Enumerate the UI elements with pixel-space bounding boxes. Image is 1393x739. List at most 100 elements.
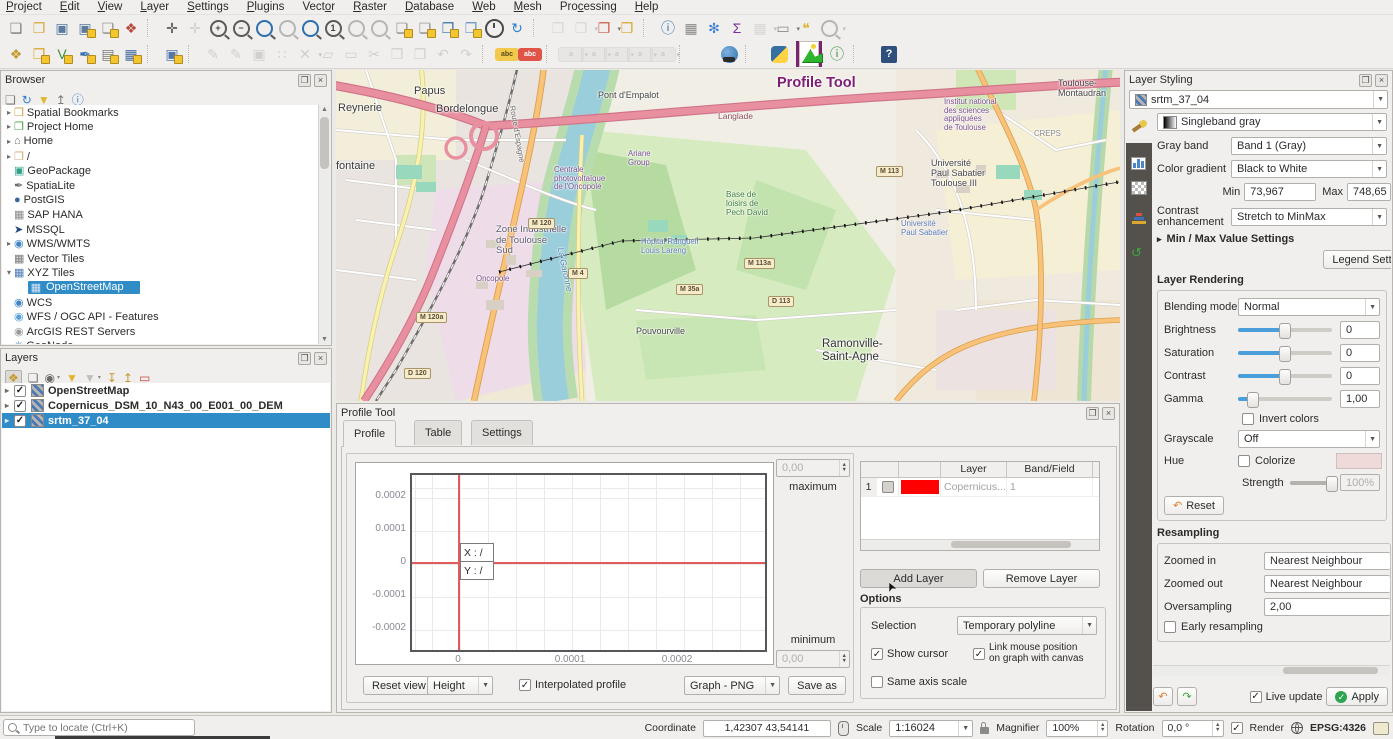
plugin-identify-icon[interactable]: ⓘ — [827, 44, 847, 64]
browser-item-wcs[interactable]: ◉WCS — [2, 295, 330, 310]
layer-visibility-checkbox[interactable]: ✓ — [14, 415, 26, 427]
deselect-features-icon[interactable]: ❐▾ — [594, 18, 614, 38]
layer-item-openstreetmap[interactable]: ▸✓OpenStreetMap — [2, 383, 330, 398]
zoom-last-icon[interactable] — [346, 18, 366, 38]
table-row[interactable]: 1Copernicus...1 — [861, 478, 1099, 497]
renderer-select[interactable]: Singleband gray▼ — [1157, 113, 1387, 131]
transparency-icon[interactable] — [1131, 181, 1147, 195]
new-temporary-scratch-layer-icon[interactable]: ▣ — [162, 44, 182, 64]
layer-color-swatch[interactable] — [901, 480, 939, 494]
apply-button[interactable]: ✓Apply — [1326, 687, 1388, 706]
menu-edit[interactable]: Edit — [60, 1, 80, 13]
coordinate-input[interactable]: 1,42307 43,54141 — [703, 720, 831, 737]
zoom-out-icon[interactable]: − — [231, 18, 251, 38]
table-column-header[interactable] — [899, 462, 941, 477]
save-project-icon[interactable]: ▣ — [52, 18, 72, 38]
layer-visibility-checkbox[interactable]: ✓ — [14, 385, 26, 397]
show-cursor-checkbox[interactable]: ✓ — [871, 648, 883, 660]
pan-to-selection-icon[interactable]: ✛ — [185, 18, 205, 38]
minimum-spinbox[interactable]: 0,00▲▼ — [776, 650, 850, 668]
styling-layer-select[interactable]: srtm_37_04▼ — [1129, 90, 1388, 109]
browser-item-home[interactable]: ▸⌂Home — [2, 134, 330, 149]
toggle-editing-icon[interactable]: ✎ — [226, 44, 246, 64]
browser-item-spatial-bookmarks[interactable]: ▸❒Spatial Bookmarks — [2, 105, 330, 120]
remove-layer-button[interactable]: Remove Layer — [983, 569, 1100, 588]
invert-colors-checkbox[interactable] — [1242, 413, 1254, 425]
layer-item-copernicus-dsm-10-n43-00-e001-00-dem[interactable]: ▸✓Copernicus_DSM_10_N43_00_E001_00_DEM — [2, 398, 330, 413]
pan-map-icon[interactable]: ✛ — [162, 18, 182, 38]
early-resampling-checkbox[interactable] — [1164, 621, 1176, 633]
menu-raster[interactable]: Raster — [353, 1, 387, 13]
link-mouse-checkbox[interactable]: ✓ — [973, 648, 985, 660]
browser-item-vector-tiles[interactable]: ▦Vector Tiles — [2, 251, 330, 266]
tab-table[interactable]: Table — [414, 420, 462, 445]
tab-settings[interactable]: Settings — [471, 420, 533, 445]
show-spatial-bookmarks-icon[interactable]: ❒ — [438, 18, 458, 38]
processing-toolbox-icon[interactable]: ✻ — [704, 18, 724, 38]
crs-badge[interactable]: EPSG:4326 — [1310, 722, 1366, 734]
new-shapefile-layer-icon[interactable]: ✒ — [75, 44, 95, 64]
vertex-tool-icon[interactable]: ✕▾ — [295, 44, 315, 64]
blending-select[interactable]: Normal▼ — [1238, 298, 1380, 316]
colorize-checkbox[interactable] — [1238, 455, 1250, 467]
profile-layer-table[interactable]: LayerBand/Field 1Copernicus...1 — [860, 461, 1100, 551]
browser-item-project-home[interactable]: ▸❐Project Home — [2, 120, 330, 135]
menu-web[interactable]: Web — [472, 1, 495, 13]
menu-vector[interactable]: Vector — [302, 1, 335, 13]
redo-style-button[interactable]: ↷ — [1177, 687, 1197, 706]
label-tool-2-icon[interactable]: a▾ — [584, 44, 604, 64]
locator-input[interactable] — [21, 721, 190, 735]
menu-plugins[interactable]: Plugins — [247, 1, 285, 13]
save-layer-edits-icon[interactable]: ▣ — [249, 44, 269, 64]
browser-item-mssql[interactable]: ➤MSSQL — [2, 222, 330, 237]
locator-search[interactable] — [3, 719, 195, 736]
redo-icon[interactable]: ↷ — [456, 44, 476, 64]
zoom-to-selection-icon[interactable] — [277, 18, 297, 38]
close-icon[interactable]: × — [314, 352, 327, 365]
new-project-icon[interactable]: ❏ — [6, 18, 26, 38]
max-input[interactable]: 748,65 — [1347, 183, 1391, 201]
minmax-settings[interactable]: Min / Max Value Settings — [1167, 233, 1295, 245]
refresh-icon[interactable]: ↻ — [507, 18, 527, 38]
scale-select[interactable]: 1:16024▼ — [889, 720, 973, 737]
table-column-header[interactable] — [861, 462, 899, 477]
selection-select[interactable]: Temporary polyline▼ — [957, 616, 1097, 635]
height-select[interactable]: Height▼ — [427, 676, 493, 695]
zoom-native-icon[interactable]: 1 — [323, 18, 343, 38]
gamma-value[interactable]: 1,00 — [1340, 390, 1380, 408]
browser-item-geopackage[interactable]: ▣GeoPackage — [2, 163, 330, 178]
close-icon[interactable]: × — [1375, 74, 1388, 87]
statistical-summary-icon[interactable]: Σ — [727, 18, 747, 38]
style-manager-icon[interactable]: ❖ — [121, 18, 141, 38]
label-tool-4-icon[interactable]: a▾ — [630, 44, 650, 64]
layer-diagram-icon[interactable]: abc — [520, 44, 540, 64]
menu-mesh[interactable]: Mesh — [514, 1, 542, 13]
gamma-slider[interactable] — [1238, 397, 1332, 401]
rotation-spinbox[interactable]: 0,0 °▲▼ — [1162, 720, 1224, 737]
open-project-icon[interactable]: ❐ — [29, 18, 49, 38]
map-tips-icon[interactable]: ❝ — [796, 18, 816, 38]
layer-visibility-checkbox[interactable]: ✓ — [14, 400, 26, 412]
browser-item-xyz-tiles[interactable]: ▾▦XYZ Tiles — [2, 266, 330, 281]
reset-button[interactable]: ↶Reset — [1164, 496, 1224, 515]
undo-style-button[interactable]: ↶ — [1153, 687, 1173, 706]
saturation-value[interactable]: 0 — [1340, 344, 1380, 362]
browser-item-arcgis-rest-servers[interactable]: ◉ArcGIS REST Servers — [2, 324, 330, 339]
profile-plot[interactable]: 0.00020.00010-0.0001-0.000200.00010.0002… — [355, 462, 774, 665]
copy-features-icon[interactable]: ❐ — [387, 44, 407, 64]
layer-labeling-icon[interactable]: abc — [497, 44, 517, 64]
modify-attributes-icon[interactable]: ▱ — [318, 44, 338, 64]
new-print-layout-icon[interactable]: ❏ — [98, 18, 118, 38]
browser-item-sap-hana[interactable]: ▦SAP HANA — [2, 207, 330, 222]
metasearch-icon[interactable] — [719, 44, 739, 64]
menu-view[interactable]: View — [98, 1, 123, 13]
save-as-button[interactable]: Save as — [788, 676, 846, 695]
graph-format-select[interactable]: Graph - PNG▼ — [684, 676, 780, 695]
lock-icon[interactable] — [980, 727, 989, 734]
new-virtual-layer-icon[interactable]: ▦ — [121, 44, 141, 64]
new-map-view-icon[interactable]: ❏ — [392, 18, 412, 38]
paste-features-icon[interactable]: ❒ — [410, 44, 430, 64]
open-attribute-table-icon[interactable]: ▦ — [681, 18, 701, 38]
zoom-to-layer-icon[interactable] — [300, 18, 320, 38]
zoomed-out-select[interactable]: Nearest Neighbour — [1264, 575, 1390, 593]
